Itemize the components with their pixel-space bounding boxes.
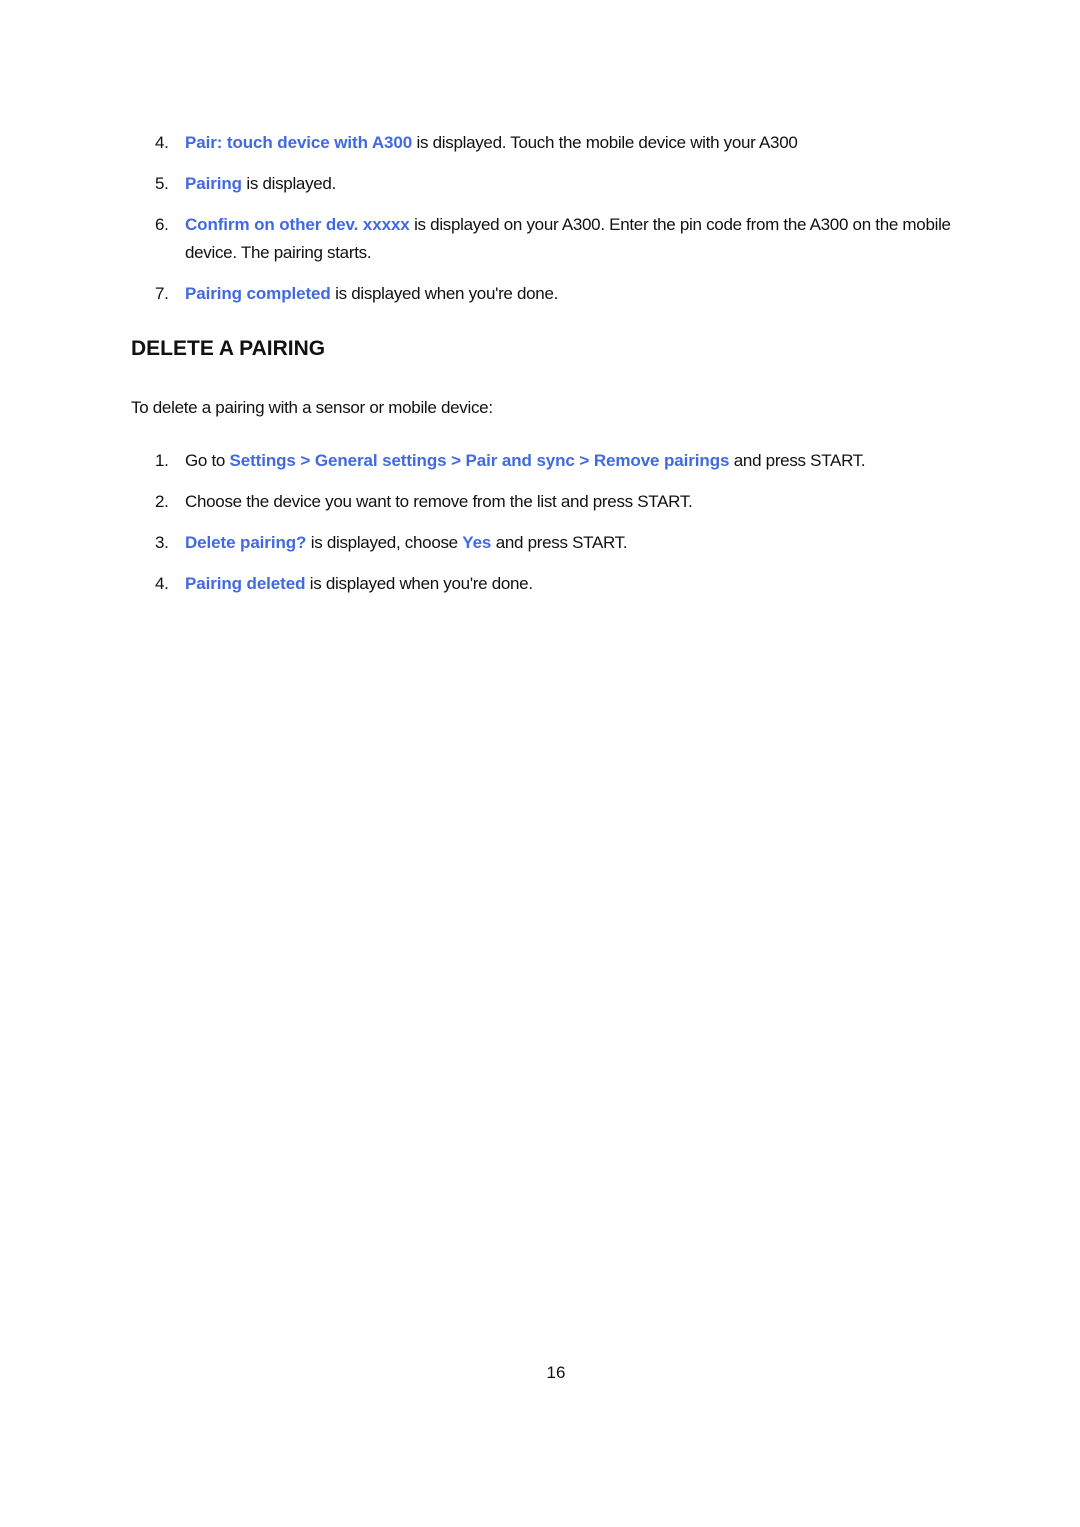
document-page: 4. Pair: touch device with A300 is displ…: [0, 0, 1080, 1527]
item-text: Go to: [185, 451, 230, 470]
item-number: 2.: [155, 492, 169, 511]
menu-path: Settings > General settings > Pair and s…: [229, 451, 730, 470]
item-text: is displayed. Touch the mobile device wi…: [412, 133, 798, 152]
ui-message: Confirm on other dev. xxxxx: [185, 215, 410, 234]
ui-message: Pairing completed: [185, 284, 331, 303]
item-number: 5.: [155, 174, 169, 193]
item-number: 4.: [155, 574, 169, 593]
list-item: 7. Pairing completed is displayed when y…: [155, 280, 955, 308]
item-number: 4.: [155, 133, 169, 152]
item-text: is displayed, choose: [306, 533, 463, 552]
ui-message: Delete pairing?: [185, 533, 307, 552]
list-item: 2. Choose the device you want to remove …: [155, 488, 955, 516]
list-item: 4. Pairing deleted is displayed when you…: [155, 570, 955, 598]
item-text: is displayed.: [241, 174, 337, 193]
list-item: 4. Pair: touch device with A300 is displ…: [155, 129, 955, 157]
item-text: and press START.: [729, 451, 866, 470]
item-number: 3.: [155, 533, 169, 552]
item-number: 1.: [155, 451, 169, 470]
section-heading: DELETE A PAIRING: [131, 337, 326, 360]
list-item: 1. Go to Settings > General settings > P…: [155, 447, 955, 475]
item-number: 7.: [155, 284, 169, 303]
item-text: is displayed when you're done.: [305, 574, 533, 593]
ui-message: Pairing deleted: [185, 574, 306, 593]
item-text: and press START.: [491, 533, 628, 552]
list-item: 6. Confirm on other dev. xxxxx is displa…: [155, 211, 955, 267]
ui-message: Pair: touch device with A300: [185, 133, 413, 152]
list-item: 5. Pairing is displayed.: [155, 170, 955, 198]
ui-message: Pairing: [185, 174, 242, 193]
ui-option: Yes: [462, 533, 492, 552]
page-number: 16: [546, 1363, 566, 1382]
item-text: Choose the device you want to remove fro…: [185, 492, 693, 511]
list-item: 3. Delete pairing? is displayed, choose …: [155, 529, 955, 557]
section-intro: To delete a pairing with a sensor or mob…: [131, 398, 493, 417]
item-text: is displayed when you're done.: [330, 284, 559, 303]
item-number: 6.: [155, 215, 169, 234]
